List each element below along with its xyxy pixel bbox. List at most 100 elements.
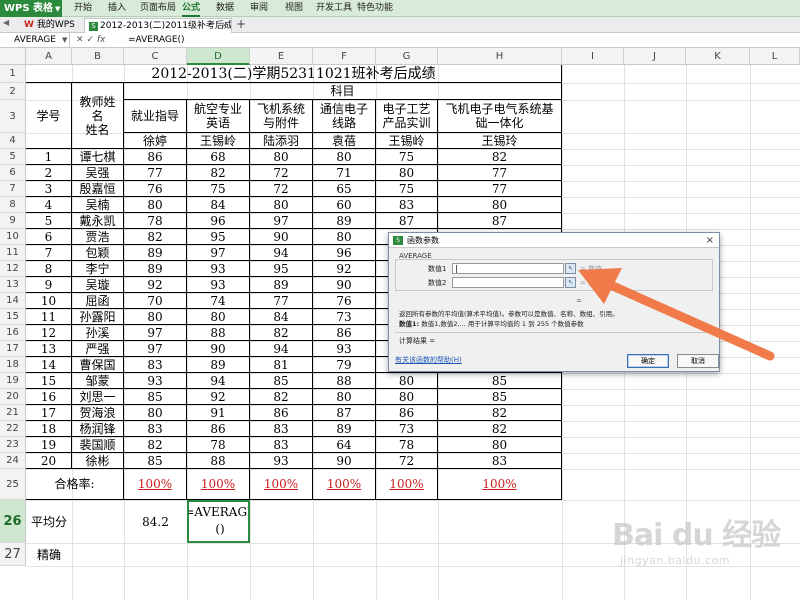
column-header-c[interactable]: C — [124, 48, 187, 65]
score-cell[interactable]: 97 — [250, 213, 313, 229]
confirm-formula-icon[interactable]: ✓ — [86, 35, 94, 45]
row-header-17[interactable]: 17 — [0, 341, 26, 357]
chevron-down-icon[interactable]: ▼ — [62, 33, 67, 47]
menu-developer[interactable]: 开发工具 — [316, 0, 352, 17]
score-cell[interactable]: 89 — [124, 245, 187, 261]
score-cell[interactable]: 82 — [124, 437, 187, 453]
tab-scroll-icon[interactable]: ◀ — [3, 18, 9, 27]
score-cell[interactable]: 86 — [187, 421, 250, 437]
menu-review[interactable]: 审阅 — [250, 0, 268, 17]
score-cell[interactable]: 92 — [313, 261, 376, 277]
student-no-cell[interactable]: 2 — [26, 165, 72, 181]
student-no-header[interactable]: 学号 — [26, 83, 72, 149]
student-no-cell[interactable]: 13 — [26, 341, 72, 357]
arg2-input[interactable] — [452, 277, 564, 288]
name-box[interactable]: AVERAGE — [0, 33, 70, 47]
score-cell[interactable]: 78 — [376, 437, 438, 453]
score-cell[interactable]: 84 — [187, 197, 250, 213]
score-cell[interactable]: 86 — [124, 149, 187, 165]
score-cell[interactable]: 72 — [376, 453, 438, 469]
score-cell[interactable]: 80 — [313, 229, 376, 245]
score-cell[interactable]: 87 — [313, 405, 376, 421]
row-header-25[interactable]: 25 — [0, 469, 26, 500]
score-cell[interactable]: 96 — [187, 213, 250, 229]
score-cell[interactable]: 83 — [438, 453, 562, 469]
score-cell[interactable]: 72 — [250, 165, 313, 181]
score-cell[interactable]: 78 — [124, 213, 187, 229]
score-cell[interactable]: 80 — [438, 197, 562, 213]
score-cell[interactable]: 91 — [187, 405, 250, 421]
student-name-cell[interactable]: 邹蒙 — [72, 373, 124, 389]
close-icon[interactable]: ✕ — [221, 19, 228, 33]
score-cell[interactable]: 81 — [250, 357, 313, 373]
student-no-cell[interactable]: 6 — [26, 229, 72, 245]
score-cell[interactable]: 85 — [124, 453, 187, 469]
row-header-15[interactable]: 15 — [0, 309, 26, 325]
score-cell[interactable]: 87 — [438, 213, 562, 229]
score-cell[interactable]: 82 — [124, 229, 187, 245]
student-name-cell[interactable]: 孙露阳 — [72, 309, 124, 325]
score-cell[interactable]: 93 — [187, 277, 250, 293]
score-cell[interactable]: 80 — [250, 149, 313, 165]
row-header-11[interactable]: 11 — [0, 245, 26, 261]
score-cell[interactable]: 75 — [187, 181, 250, 197]
pass-rate-cell[interactable]: 100% — [187, 469, 250, 500]
student-name-cell[interactable]: 屈函 — [72, 293, 124, 309]
column-header-f[interactable]: F — [313, 48, 376, 65]
subject-name[interactable]: 就业指导 — [124, 100, 187, 133]
student-no-cell[interactable]: 17 — [26, 405, 72, 421]
tab-file[interactable]: S2012-2013(二)2011级补考后成绩.xls *✕ — [84, 18, 232, 33]
score-cell[interactable]: 74 — [187, 293, 250, 309]
student-name-cell[interactable]: 谭七棋 — [72, 149, 124, 165]
score-cell[interactable]: 90 — [250, 229, 313, 245]
score-cell[interactable]: 83 — [124, 357, 187, 373]
column-header-k[interactable]: K — [686, 48, 750, 65]
row-header-22[interactable]: 22 — [0, 421, 26, 437]
score-cell[interactable]: 64 — [313, 437, 376, 453]
subject-teacher[interactable]: 陆添羽 — [250, 133, 313, 149]
row-header-21[interactable]: 21 — [0, 405, 26, 421]
score-cell[interactable]: 82 — [438, 421, 562, 437]
score-cell[interactable]: 83 — [250, 437, 313, 453]
student-no-cell[interactable]: 3 — [26, 181, 72, 197]
student-no-cell[interactable]: 20 — [26, 453, 72, 469]
score-cell[interactable]: 77 — [438, 181, 562, 197]
pass-rate-cell[interactable]: 100% — [124, 469, 187, 500]
student-name-cell[interactable]: 严强 — [72, 341, 124, 357]
row-header-14[interactable]: 14 — [0, 293, 26, 309]
arg1-input[interactable]: | — [452, 263, 564, 274]
column-header-l[interactable]: L — [750, 48, 800, 65]
score-cell[interactable]: 92 — [187, 389, 250, 405]
score-cell[interactable]: 93 — [124, 373, 187, 389]
cancel-formula-icon[interactable]: ✕ — [76, 35, 84, 45]
subject-teacher[interactable]: 王锡玲 — [438, 133, 562, 149]
student-no-cell[interactable]: 14 — [26, 357, 72, 373]
pass-rate-label[interactable]: 合格率: — [26, 469, 124, 500]
student-no-cell[interactable]: 19 — [26, 437, 72, 453]
subject-teacher[interactable]: 王锡岭 — [376, 133, 438, 149]
ok-button[interactable]: 确定 — [627, 354, 669, 368]
score-cell[interactable]: 76 — [124, 181, 187, 197]
student-no-cell[interactable]: 8 — [26, 261, 72, 277]
subject-name[interactable]: 飞机系统 与附件 — [250, 100, 313, 133]
score-cell[interactable]: 65 — [313, 181, 376, 197]
score-cell[interactable]: 80 — [124, 405, 187, 421]
column-header-h[interactable]: H — [438, 48, 562, 65]
score-cell[interactable]: 84 — [250, 309, 313, 325]
score-cell[interactable]: 90 — [187, 341, 250, 357]
score-cell[interactable]: 85 — [438, 373, 562, 389]
precision-label[interactable]: 精确 — [26, 543, 72, 566]
score-cell[interactable]: 77 — [124, 165, 187, 181]
score-cell[interactable]: 80 — [313, 389, 376, 405]
menu-special[interactable]: 特色功能 — [357, 0, 393, 17]
pass-rate-cell[interactable]: 100% — [376, 469, 438, 500]
subject-teacher[interactable]: 袁蓓 — [313, 133, 376, 149]
student-no-cell[interactable]: 10 — [26, 293, 72, 309]
score-cell[interactable]: 89 — [187, 357, 250, 373]
score-cell[interactable]: 77 — [438, 165, 562, 181]
column-header-e[interactable]: E — [250, 48, 313, 65]
row-header-5[interactable]: 5 — [0, 149, 26, 165]
student-no-cell[interactable]: 18 — [26, 421, 72, 437]
student-name-cell[interactable]: 吴璇 — [72, 277, 124, 293]
student-name-cell[interactable]: 徐彬 — [72, 453, 124, 469]
